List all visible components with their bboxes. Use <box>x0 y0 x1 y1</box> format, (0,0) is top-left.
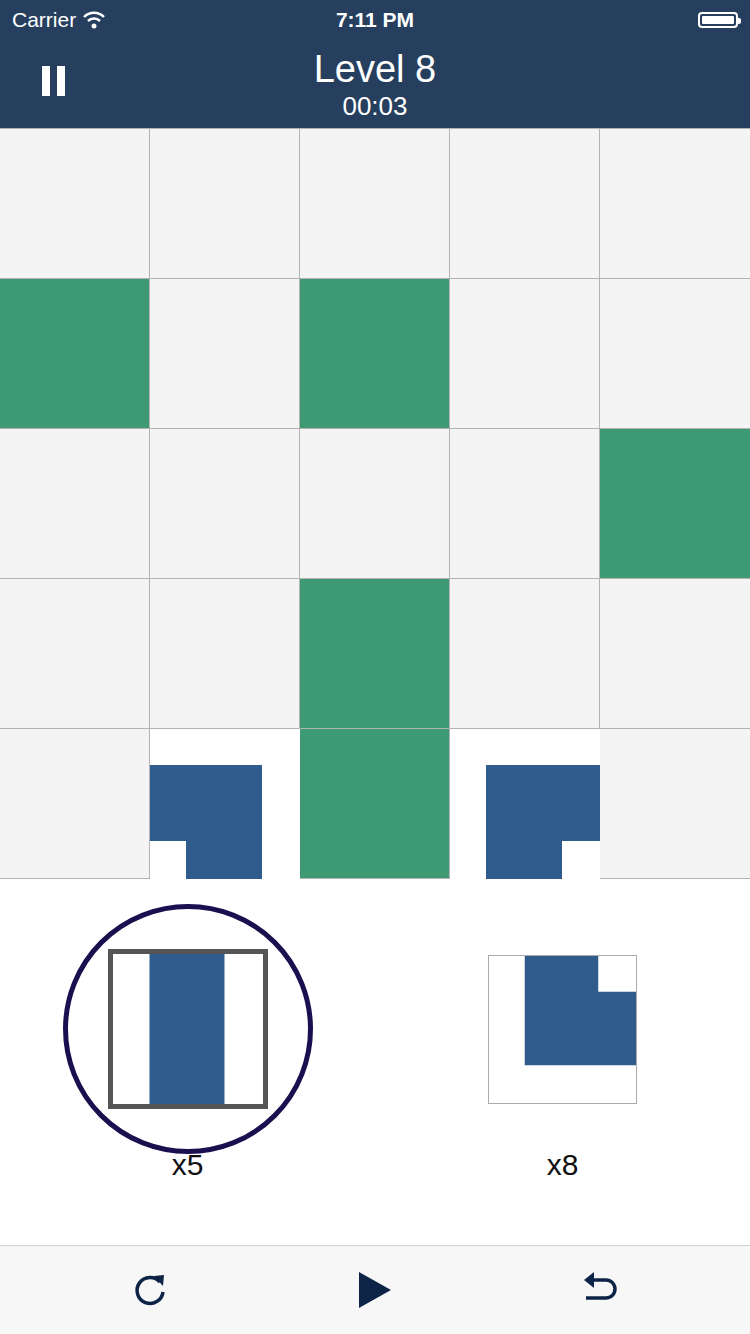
board-cell[interactable] <box>150 129 300 279</box>
board-cell[interactable] <box>150 579 300 729</box>
selection-ring[interactable] <box>63 904 313 1154</box>
wifi-icon <box>82 11 106 29</box>
board-cell[interactable] <box>150 279 300 429</box>
header: Level 800:03 <box>0 40 750 128</box>
pipe-icon <box>150 729 300 879</box>
tray-item[interactable]: x8 <box>375 879 750 1245</box>
board-cell[interactable] <box>450 429 600 579</box>
pipe-icon <box>113 954 263 1104</box>
play-icon[interactable] <box>355 1270 395 1310</box>
piece-tile[interactable] <box>488 955 637 1104</box>
wall-cell[interactable] <box>300 279 450 429</box>
pause-icon[interactable] <box>40 66 68 96</box>
board-cell[interactable] <box>600 129 750 279</box>
toolbar <box>0 1245 750 1334</box>
carrier-label: Carrier <box>12 8 76 32</box>
board-cell[interactable] <box>600 729 750 879</box>
restart-icon[interactable] <box>130 1270 170 1310</box>
piece-count: x8 <box>547 1148 579 1182</box>
wall-cell[interactable] <box>0 279 150 429</box>
status-bar: Carrier 7:11 PM <box>0 0 750 40</box>
game-board <box>0 128 750 879</box>
wall-cell[interactable] <box>300 729 450 879</box>
board-cell[interactable] <box>450 579 600 729</box>
pipe-icon <box>489 956 636 1103</box>
timer: 00:03 <box>342 91 407 121</box>
piece-tray: x5 x8 <box>0 879 750 1245</box>
tray-item[interactable]: x5 <box>0 879 375 1245</box>
undo-icon[interactable] <box>580 1270 620 1310</box>
board-cell[interactable] <box>450 279 600 429</box>
board-cell[interactable] <box>600 279 750 429</box>
board-cell[interactable] <box>0 429 150 579</box>
battery-fill <box>702 16 734 24</box>
board-cell[interactable] <box>600 579 750 729</box>
board-cell[interactable] <box>300 429 450 579</box>
wall-cell[interactable] <box>600 429 750 579</box>
pipe-cell[interactable] <box>150 729 300 879</box>
board-cell[interactable] <box>150 429 300 579</box>
wall-cell[interactable] <box>300 579 450 729</box>
board-cell[interactable] <box>300 129 450 279</box>
board-cell[interactable] <box>0 579 150 729</box>
pipe-cell[interactable] <box>450 729 600 879</box>
clock: 7:11 PM <box>336 8 414 32</box>
pipe-icon <box>450 729 600 879</box>
selection-ring[interactable] <box>438 904 688 1154</box>
top-bar: Carrier 7:11 PM Level 800:03 <box>0 0 750 128</box>
board-cell[interactable] <box>0 729 150 879</box>
piece-tile[interactable] <box>108 949 268 1109</box>
piece-count: x5 <box>172 1148 204 1182</box>
board-cell[interactable] <box>0 129 150 279</box>
board-cell[interactable] <box>450 129 600 279</box>
level-title: Level 8 <box>314 47 437 91</box>
battery-icon <box>698 12 738 28</box>
